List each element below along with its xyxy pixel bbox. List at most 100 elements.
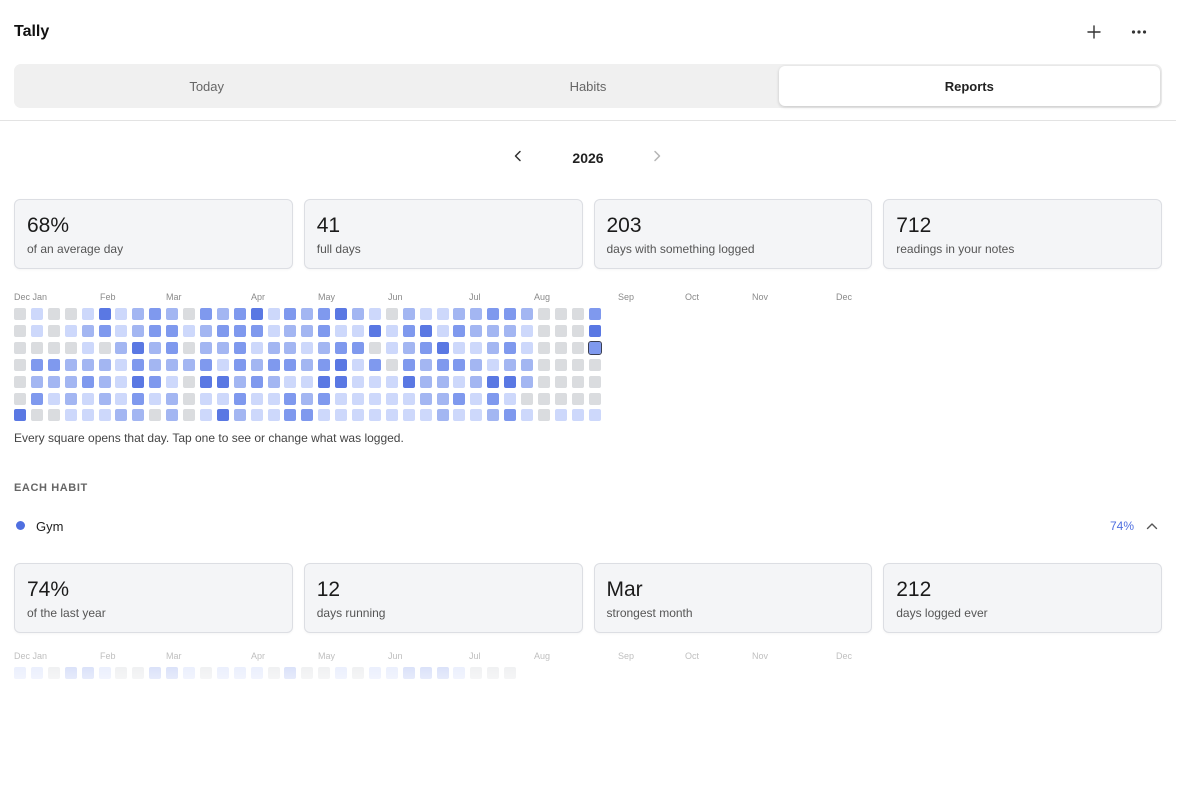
heatmap-day-cell[interactable]	[368, 324, 381, 337]
habit-day-cell[interactable]	[419, 667, 432, 679]
heatmap-day-cell[interactable]	[250, 341, 263, 354]
heatmap-day-cell[interactable]	[470, 324, 483, 337]
heatmap-day-cell[interactable]	[183, 308, 195, 320]
heatmap-day-cell[interactable]	[335, 392, 348, 405]
heatmap-day-cell[interactable]	[81, 375, 94, 388]
habit-day-cell[interactable]	[115, 667, 128, 679]
heatmap-day-cell[interactable]	[470, 341, 483, 354]
heatmap-day-cell[interactable]	[335, 409, 348, 422]
heatmap-day-cell[interactable]	[132, 341, 145, 354]
habit-day-cell[interactable]	[402, 667, 415, 679]
heatmap-day-cell[interactable]	[385, 341, 398, 354]
heatmap-day-cell[interactable]	[436, 375, 449, 388]
heatmap-day-cell[interactable]	[402, 341, 415, 354]
heatmap-day-cell[interactable]	[571, 358, 584, 371]
heatmap-day-cell[interactable]	[115, 375, 128, 388]
heatmap-day-cell[interactable]	[81, 392, 94, 405]
heatmap-day-cell[interactable]	[199, 308, 212, 320]
heatmap-day-cell[interactable]	[132, 308, 145, 320]
heatmap-day-cell[interactable]	[335, 358, 348, 371]
heatmap-day-cell[interactable]	[81, 308, 94, 320]
heatmap-day-cell[interactable]	[233, 392, 246, 405]
heatmap-day-cell[interactable]	[166, 341, 179, 354]
habit-day-cell[interactable]	[199, 667, 212, 679]
habit-day-cell[interactable]	[453, 667, 466, 679]
heatmap-day-cell[interactable]	[149, 409, 162, 422]
heatmap-day-cell[interactable]	[588, 409, 601, 422]
heatmap-day-cell[interactable]	[453, 409, 466, 422]
heatmap-day-cell[interactable]	[98, 341, 111, 354]
heatmap-day-cell[interactable]	[115, 358, 128, 371]
habit-day-cell[interactable]	[233, 667, 246, 679]
heatmap-day-cell[interactable]	[115, 308, 128, 320]
heatmap-day-cell[interactable]	[368, 375, 381, 388]
heatmap-day-cell[interactable]	[81, 341, 94, 354]
heatmap-day-cell[interactable]	[436, 409, 449, 422]
heatmap-day-cell[interactable]	[402, 308, 415, 320]
heatmap-day-cell[interactable]	[183, 358, 195, 371]
heatmap-day-cell[interactable]	[47, 409, 60, 422]
heatmap-day-cell[interactable]	[250, 375, 263, 388]
heatmap-day-cell[interactable]	[521, 392, 533, 405]
heatmap-day-cell[interactable]	[132, 324, 145, 337]
habit-day-cell[interactable]	[98, 667, 111, 679]
heatmap-day-cell[interactable]	[132, 358, 145, 371]
heatmap-day-cell[interactable]	[335, 375, 348, 388]
heatmap-day-cell[interactable]	[487, 409, 500, 422]
heatmap-day-cell[interactable]	[149, 341, 162, 354]
heatmap-day-cell[interactable]	[436, 392, 449, 405]
heatmap-day-cell[interactable]	[250, 358, 263, 371]
heatmap-day-cell[interactable]	[504, 409, 517, 422]
heatmap-day-cell[interactable]	[166, 392, 179, 405]
heatmap-day-cell[interactable]	[318, 409, 331, 422]
heatmap-day-cell[interactable]	[588, 375, 601, 388]
heatmap-day-cell[interactable]	[588, 308, 601, 320]
heatmap-day-cell[interactable]	[402, 392, 415, 405]
heatmap-day-cell[interactable]	[30, 324, 43, 337]
more-options-button[interactable]	[1125, 18, 1153, 46]
heatmap-day-cell[interactable]	[216, 392, 229, 405]
heatmap-day-cell[interactable]	[301, 392, 314, 405]
heatmap-day-cell[interactable]	[537, 409, 550, 422]
heatmap-day-cell[interactable]	[250, 308, 263, 320]
heatmap-day-cell[interactable]	[284, 392, 297, 405]
heatmap-day-cell[interactable]	[521, 409, 533, 422]
heatmap-day-cell[interactable]	[267, 358, 280, 371]
heatmap-day-cell[interactable]	[504, 392, 517, 405]
heatmap-day-cell[interactable]	[216, 409, 229, 422]
heatmap-day-cell[interactable]	[47, 324, 60, 337]
habit-day-cell[interactable]	[470, 667, 483, 679]
habit-day-cell[interactable]	[14, 667, 26, 679]
habit-day-cell[interactable]	[335, 667, 348, 679]
heatmap-day-cell[interactable]	[233, 375, 246, 388]
heatmap-day-cell[interactable]	[81, 324, 94, 337]
heatmap-day-cell[interactable]	[132, 375, 145, 388]
heatmap-day-cell[interactable]	[30, 392, 43, 405]
heatmap-day-cell[interactable]	[352, 409, 364, 422]
heatmap-day-cell[interactable]	[14, 341, 26, 354]
heatmap-day-cell[interactable]	[47, 341, 60, 354]
heatmap-day-cell[interactable]	[115, 324, 128, 337]
heatmap-day-cell[interactable]	[587, 340, 602, 355]
heatmap-day-cell[interactable]	[149, 375, 162, 388]
heatmap-day-cell[interactable]	[14, 375, 26, 388]
heatmap-day-cell[interactable]	[521, 358, 533, 371]
habit-day-cell[interactable]	[301, 667, 314, 679]
heatmap-day-cell[interactable]	[402, 409, 415, 422]
heatmap-day-cell[interactable]	[183, 409, 195, 422]
heatmap-day-cell[interactable]	[98, 324, 111, 337]
heatmap-day-cell[interactable]	[352, 341, 364, 354]
heatmap-day-cell[interactable]	[284, 341, 297, 354]
heatmap-day-cell[interactable]	[81, 358, 94, 371]
heatmap-day-cell[interactable]	[149, 392, 162, 405]
heatmap-day-cell[interactable]	[554, 308, 567, 320]
heatmap-day-cell[interactable]	[199, 409, 212, 422]
heatmap-day-cell[interactable]	[521, 324, 533, 337]
habit-row-gym[interactable]: Gym 74%	[0, 510, 1176, 542]
heatmap-day-cell[interactable]	[470, 392, 483, 405]
heatmap-day-cell[interactable]	[318, 324, 331, 337]
heatmap-day-cell[interactable]	[216, 308, 229, 320]
heatmap-day-cell[interactable]	[64, 324, 77, 337]
heatmap-day-cell[interactable]	[47, 392, 60, 405]
heatmap-day-cell[interactable]	[318, 392, 331, 405]
